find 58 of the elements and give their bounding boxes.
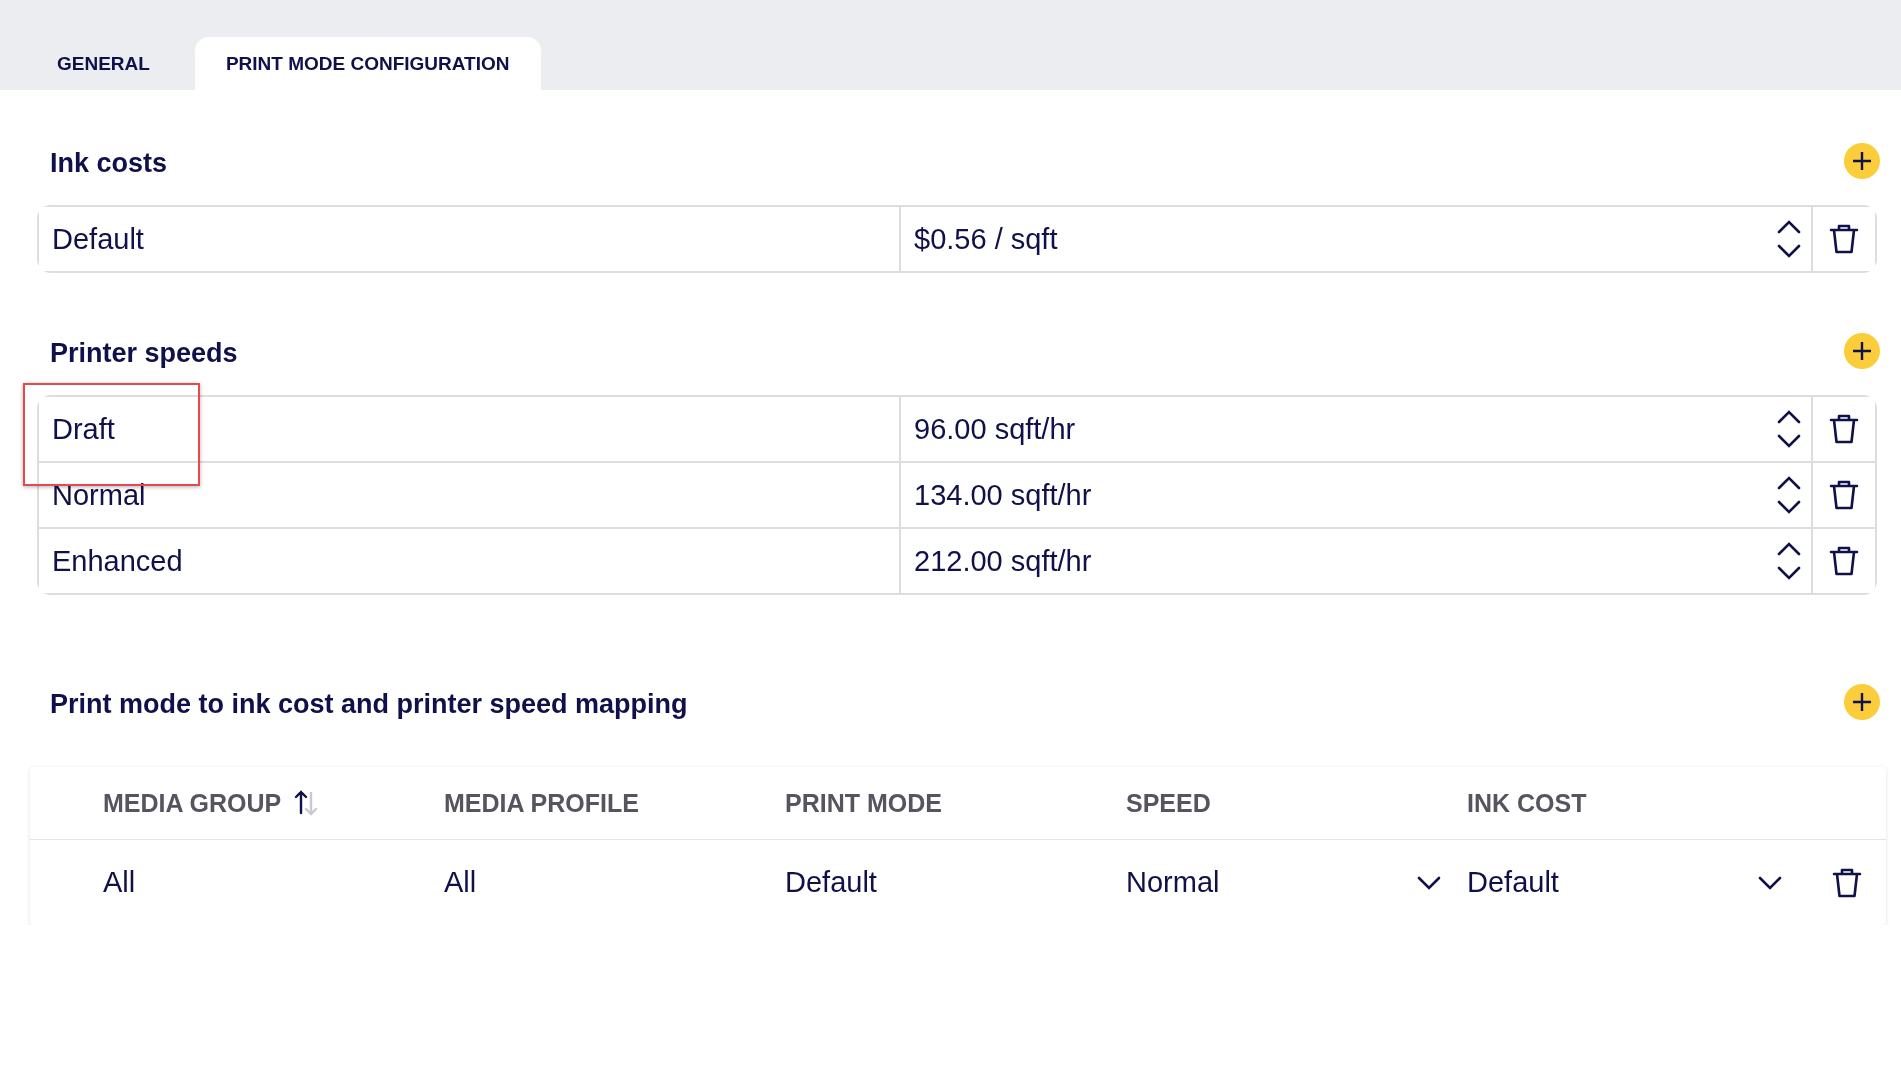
increment-button[interactable] bbox=[1777, 476, 1801, 490]
add-button[interactable] bbox=[1844, 684, 1880, 720]
delete-button[interactable] bbox=[1829, 413, 1859, 445]
trash-icon bbox=[1829, 479, 1859, 511]
column-header: INK COST bbox=[1467, 788, 1587, 818]
increment-button[interactable] bbox=[1777, 410, 1801, 424]
name-text: Normal bbox=[52, 478, 146, 512]
value-text: 134.00 sqft/hr bbox=[914, 478, 1092, 512]
delete-button[interactable] bbox=[1832, 866, 1862, 899]
tab[interactable]: GENERAL bbox=[26, 37, 181, 90]
decrement-button[interactable] bbox=[1777, 566, 1801, 580]
column-header: MEDIA GROUP bbox=[103, 788, 282, 818]
plus-icon bbox=[1852, 341, 1872, 361]
trash-icon bbox=[1829, 413, 1859, 445]
value-text: $0.56 / sqft bbox=[914, 222, 1058, 256]
chevron-up-icon bbox=[1777, 542, 1801, 556]
name-text: Default bbox=[52, 222, 144, 256]
chevron-down-icon bbox=[1777, 244, 1801, 258]
table-cell: All bbox=[444, 866, 477, 898]
section-title: Print mode to ink cost and printer speed mapping bbox=[50, 689, 688, 720]
trash-icon bbox=[1829, 223, 1859, 255]
chevron-down-icon bbox=[1777, 434, 1801, 448]
select-field[interactable]: Normal bbox=[1126, 840, 1467, 925]
delete-button[interactable] bbox=[1829, 545, 1859, 577]
value-text: 96.00 sqft/hr bbox=[914, 412, 1076, 446]
increment-button[interactable] bbox=[1777, 542, 1801, 556]
delete-button[interactable] bbox=[1829, 223, 1859, 255]
chevron-down-icon bbox=[1758, 875, 1782, 890]
section-title: Printer speeds bbox=[50, 338, 238, 369]
table-cell: Default bbox=[785, 866, 877, 898]
trash-icon bbox=[1832, 866, 1862, 899]
column-header: PRINT MODE bbox=[785, 788, 942, 818]
chevron-up-icon bbox=[1777, 476, 1801, 490]
column-header: SPEED bbox=[1126, 788, 1211, 818]
delete-button[interactable] bbox=[1829, 479, 1859, 511]
value-text: 212.00 sqft/hr bbox=[914, 544, 1092, 578]
trash-icon bbox=[1829, 545, 1859, 577]
decrement-button[interactable] bbox=[1777, 434, 1801, 448]
section-title: Ink costs bbox=[50, 148, 168, 179]
add-button[interactable] bbox=[1844, 333, 1880, 369]
select-field[interactable]: Default bbox=[1467, 840, 1808, 925]
name-text: Enhanced bbox=[52, 544, 183, 578]
chevron-up-icon bbox=[1777, 220, 1801, 234]
name-text: Draft bbox=[52, 412, 115, 446]
plus-icon bbox=[1852, 151, 1872, 171]
increment-button[interactable] bbox=[1777, 220, 1801, 234]
decrement-button[interactable] bbox=[1777, 500, 1801, 514]
decrement-button[interactable] bbox=[1777, 244, 1801, 258]
chevron-down-icon bbox=[1777, 566, 1801, 580]
sort-icon[interactable] bbox=[293, 789, 320, 817]
plus-icon bbox=[1852, 692, 1872, 712]
add-button[interactable] bbox=[1844, 143, 1880, 179]
table-cell: All bbox=[103, 866, 136, 898]
tab[interactable]: PRINT MODE CONFIGURATION bbox=[194, 37, 541, 90]
chevron-down-icon bbox=[1417, 875, 1441, 890]
column-header: MEDIA PROFILE bbox=[444, 788, 639, 818]
chevron-down-icon bbox=[1777, 500, 1801, 514]
chevron-up-icon bbox=[1777, 410, 1801, 424]
